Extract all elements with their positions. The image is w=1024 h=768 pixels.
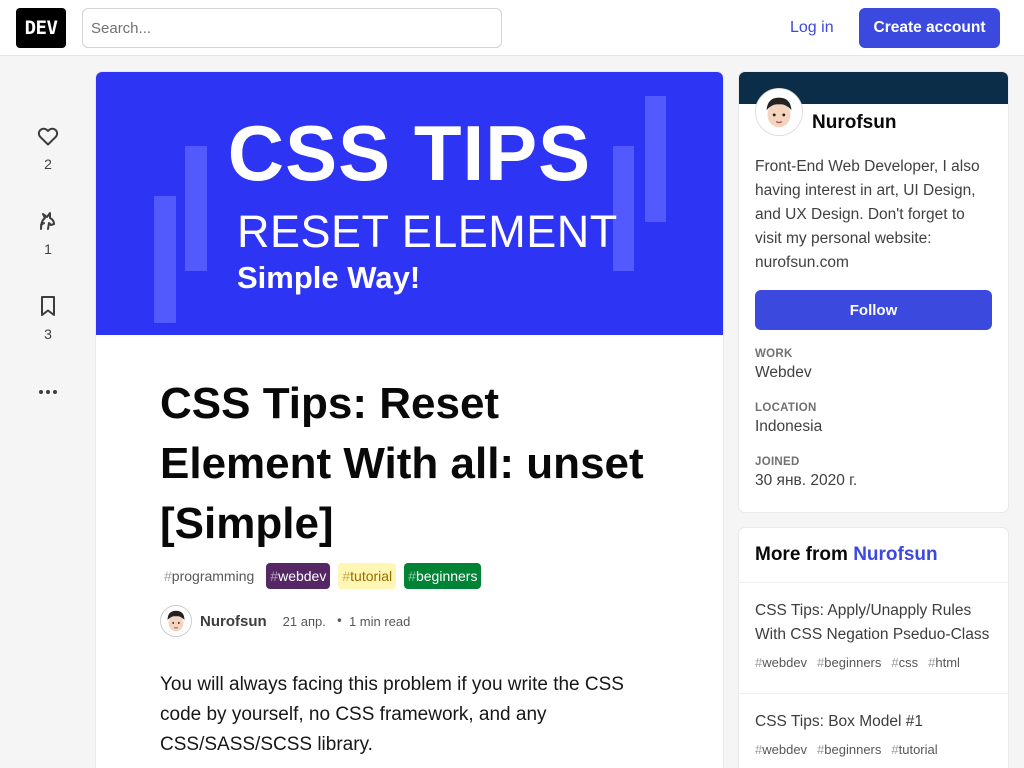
create-account-button[interactable]: Create account [859,8,1000,48]
cover-subtitle: RESET ELEMENT [237,206,618,257]
more-item-tag[interactable]: #tutorial [891,742,937,757]
unicorn-icon [40,212,55,230]
heart-icon [37,127,59,146]
joined-value: 30 янв. 2020 г. [755,472,858,489]
like-count: 2 [44,156,52,172]
login-link[interactable]: Log in [776,8,848,48]
tag-label: tutorial [350,568,393,584]
ellipsis-icon [39,390,57,394]
more-from-card: More from Nurofsun CSS Tips: Apply/Unapp… [739,528,1008,768]
tag-hash: # [342,568,351,584]
profile-avatar[interactable] [755,88,803,136]
publish-date: 21 апр. [282,613,326,629]
tag-hash: # [270,568,279,584]
author-profile-card: Nurofsun Front-End Web Developer, I also… [739,72,1008,512]
tag-hash: # [408,568,416,584]
more-item-tag[interactable]: #beginners [817,655,881,670]
more-item-tag[interactable]: #html [928,655,960,670]
article-title: CSS Tips: Reset Element With all: unset … [160,379,644,548]
tag-tutorial[interactable]: # tutorial [338,563,397,589]
more-options-button[interactable] [24,380,72,404]
cover-image: CSS TIPS RESET ELEMENT Simple Way! [96,72,723,335]
more-divider [739,693,1008,694]
more-from-prefix: More from [755,544,848,565]
tag-hash: # [164,568,172,584]
cover-bar [154,196,176,323]
work-label: WORK [755,348,793,360]
tag-programming[interactable]: # programming [160,563,258,589]
author-avatar[interactable] [160,605,192,637]
cover-title: CSS TIPS [227,109,592,197]
more-item-tag[interactable]: #webdev [755,742,807,757]
follow-button[interactable]: Follow [755,290,992,330]
dev-logo[interactable]: DEV [16,8,66,48]
more-item-tag[interactable]: #css [891,655,918,670]
more-item-tag[interactable]: #beginners [817,742,881,757]
tag-label: programming [171,568,255,584]
profile-location: LOCATION Indonesia [755,402,822,436]
profile-work: WORK Webdev [755,348,812,382]
profile-bio: Front-End Web Developer, I also having i… [755,158,980,271]
bookmark-icon [41,296,55,316]
read-time: 1 min read [348,613,411,629]
more-from-heading: More from Nurofsun [739,528,1008,583]
top-header: DEV Log in Create account [0,0,1024,56]
article-meta: Nurofsun 21 апр. • 1 min read [160,605,410,637]
tag-label: beginners [415,568,478,584]
more-item-tags: #webdev #beginners #tutorial [755,742,992,757]
more-item-tag[interactable]: #webdev [755,655,807,670]
meta-separator: • [335,614,343,628]
article-card: CSS TIPS RESET ELEMENT Simple Way! CSS T… [96,72,723,768]
profile-joined: JOINED 30 янв. 2020 г. [755,456,857,490]
work-value: Webdev [755,364,812,381]
more-from-item[interactable]: CSS Tips: Apply/Unapply Rules With CSS N… [739,599,1008,670]
joined-label: JOINED [755,456,800,468]
bookmark-reaction[interactable]: 3 [24,294,72,342]
cover-tagline: Simple Way! [237,260,421,295]
bookmark-count: 3 [44,326,52,342]
avatar-face-icon [756,89,802,135]
more-from-item[interactable]: CSS Tips: Box Model #1 #webdev #beginner… [739,710,1008,757]
profile-name[interactable]: Nurofsun [812,112,896,134]
tag-label: webdev [278,568,327,584]
location-value: Indonesia [755,418,823,435]
more-item-tags: #webdev #beginners #css #html [755,655,992,670]
search-input[interactable] [82,8,502,48]
author-name[interactable]: Nurofsun [200,613,267,630]
more-from-author[interactable]: Nurofsun [853,544,937,565]
like-reaction[interactable]: 2 [24,124,72,172]
unicorn-reaction[interactable]: 1 [24,209,72,257]
tag-webdev[interactable]: # webdev [266,563,331,589]
article-tags: # programming # webdev # tutorial # beginner… [160,563,482,589]
article-body: You will always facing this problem if y… [160,674,624,755]
location-label: LOCATION [755,402,817,414]
more-item-title[interactable]: CSS Tips: Box Model #1 [755,710,992,734]
avatar-face-icon [161,606,191,636]
more-item-title[interactable]: CSS Tips: Apply/Unapply Rules With CSS N… [755,599,992,647]
tag-beginners[interactable]: # beginners [404,563,482,589]
unicorn-count: 1 [44,241,52,257]
